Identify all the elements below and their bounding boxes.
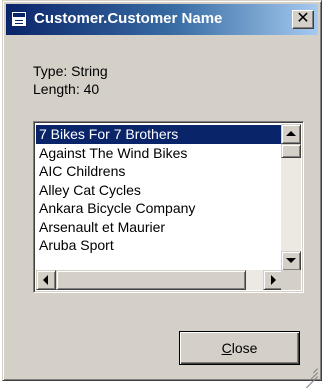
vertical-scroll-thumb[interactable] (281, 144, 301, 158)
field-type-label: Type: String (33, 63, 108, 79)
list-item-selected[interactable]: 7 Bikes For 7 Brothers (36, 125, 283, 144)
resize-grip-icon[interactable] (305, 364, 318, 388)
values-listbox[interactable]: 7 Bikes For 7 Brothers Against The Wind … (33, 121, 304, 293)
field-length-label: Length: 40 (33, 81, 100, 97)
list-item[interactable]: Aruba Sport (36, 236, 283, 255)
list-item[interactable]: Against The Wind Bikes (36, 144, 283, 163)
list-items: 7 Bikes For 7 Brothers Against The Wind … (36, 125, 283, 272)
window-title: Customer.Customer Name (34, 10, 223, 27)
list-item[interactable]: Ankara Bicycle Company (36, 199, 283, 218)
title-bar[interactable]: Customer.Customer Name ✕ (6, 4, 318, 35)
horizontal-scroll-thumb[interactable] (56, 270, 246, 290)
close-icon[interactable]: ✕ (292, 10, 314, 29)
list-item[interactable]: AIC Childrens (36, 162, 283, 181)
table-icon (11, 11, 27, 27)
scroll-corner (281, 270, 301, 290)
list-item[interactable]: Arsenault et Maurier (36, 218, 283, 237)
scroll-right-button[interactable] (263, 270, 283, 290)
vertical-scrollbar[interactable] (281, 124, 301, 271)
close-button-label: lose (231, 339, 258, 356)
arrow-left-icon (43, 275, 48, 285)
scroll-left-button[interactable] (36, 270, 56, 290)
list-item[interactable]: Alley Cat Cycles (36, 181, 283, 200)
scroll-up-button[interactable] (281, 124, 301, 144)
horizontal-scrollbar[interactable] (36, 270, 283, 290)
close-button-mnemonic: C (221, 339, 232, 356)
dialog-window: Customer.Customer Name ✕ Type: String Le… (2, 0, 322, 388)
close-button[interactable]: Close (179, 331, 300, 365)
arrow-up-icon (286, 131, 296, 136)
arrow-down-icon (286, 258, 296, 263)
scroll-down-button[interactable] (281, 251, 301, 271)
arrow-right-icon (271, 275, 276, 285)
